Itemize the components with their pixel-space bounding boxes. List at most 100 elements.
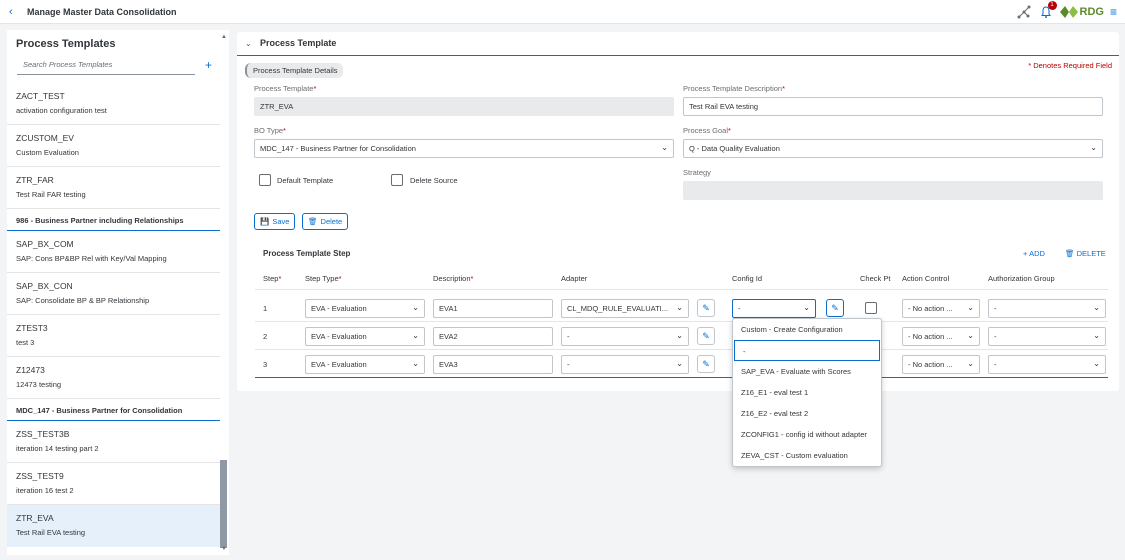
app-title: Manage Master Data Consolidation bbox=[27, 6, 177, 17]
edit-adapter-icon[interactable]: ✎ bbox=[697, 327, 715, 345]
list-item[interactable]: ZCUSTOM_EV Custom Evaluation bbox=[7, 125, 220, 167]
auth-group-select[interactable]: - ⌄ bbox=[988, 327, 1106, 346]
save-button[interactable]: 💾 Save bbox=[254, 213, 296, 230]
detail-panel: ⌄ Process Template Process Template Deta… bbox=[237, 32, 1119, 391]
list-item-selected[interactable]: ZTR_EVA Test Rail EVA testing bbox=[7, 505, 220, 547]
action-control-select[interactable]: - No action ... ⌄ bbox=[902, 327, 980, 346]
description-input[interactable]: Test Rail EVA testing bbox=[683, 97, 1103, 116]
chevron-down-icon: ⌄ bbox=[412, 359, 419, 368]
adapter-select[interactable]: CL_MDQ_RULE_EVALUATI... ⌄ bbox=[561, 299, 689, 318]
dropdown-option[interactable]: SAP_EVA - Evaluate with Scores bbox=[733, 361, 881, 382]
dropdown-option[interactable]: ZEVA_CST - Custom evaluation bbox=[733, 445, 881, 466]
chevron-down-icon: ⌄ bbox=[967, 331, 974, 340]
scrollbar-thumb[interactable] bbox=[220, 460, 227, 548]
action-control-select[interactable]: - No action ... ⌄ bbox=[902, 299, 980, 318]
col-check-pt: Check Pt bbox=[860, 274, 891, 283]
add-step-button[interactable]: + ADD bbox=[1023, 249, 1045, 258]
chevron-down-icon: ⌄ bbox=[412, 303, 419, 312]
edit-adapter-icon[interactable]: ✎ bbox=[697, 355, 715, 373]
step-type-select[interactable]: EVA - Evaluation ⌄ bbox=[305, 327, 425, 346]
list-item[interactable]: Z12473 12473 testing bbox=[7, 357, 220, 399]
master-title: Process Templates bbox=[16, 38, 116, 50]
list-item[interactable]: ZSS_TEST3B iteration 14 testing part 2 bbox=[7, 421, 220, 463]
template-list: ZACT_TEST activation configuration test Z… bbox=[7, 83, 220, 547]
master-list-panel: Process Templates ▲ Search Process Templ… bbox=[7, 30, 229, 555]
search-input[interactable]: Search Process Templates bbox=[17, 57, 195, 75]
group-header: MDC_147 - Business Partner for Consolida… bbox=[7, 399, 220, 421]
chevron-down-icon: ⌄ bbox=[1093, 303, 1100, 312]
step-description-input[interactable]: EVA3 bbox=[433, 355, 553, 374]
col-action-control: Action Control bbox=[902, 274, 950, 283]
default-template-checkbox[interactable] bbox=[259, 174, 271, 186]
adapter-select[interactable]: - ⌄ bbox=[561, 355, 689, 374]
step-type-select[interactable]: EVA - Evaluation ⌄ bbox=[305, 299, 425, 318]
required-note: * Denotes Required Field bbox=[1028, 61, 1112, 70]
edit-adapter-icon[interactable]: ✎ bbox=[697, 299, 715, 317]
chevron-down-icon: ⌄ bbox=[803, 303, 810, 312]
adapter-select[interactable]: - ⌄ bbox=[561, 327, 689, 346]
list-item[interactable]: SAP_BX_CON SAP: Consolidate BP & BP Relat… bbox=[7, 273, 220, 315]
chevron-down-icon: ⌄ bbox=[967, 359, 974, 368]
chevron-down-icon: ⌄ bbox=[1093, 359, 1100, 368]
auth-group-select[interactable]: - ⌄ bbox=[988, 355, 1106, 374]
list-item[interactable]: ZTR_FAR Test Rail FAR testing bbox=[7, 167, 220, 209]
action-control-select[interactable]: - No action ... ⌄ bbox=[902, 355, 980, 374]
bo-type-select[interactable]: MDC_147 - Business Partner for Consolida… bbox=[254, 139, 674, 158]
chevron-down-icon: ⌄ bbox=[676, 303, 683, 312]
config-id-select[interactable]: - ⌄ bbox=[732, 299, 816, 318]
list-item[interactable]: ZTEST3 test 3 bbox=[7, 315, 220, 357]
list-item[interactable]: SAP_BX_COM SAP: Cons BP&BP Rel with Key/V… bbox=[7, 231, 220, 273]
check-pt-checkbox[interactable] bbox=[865, 302, 877, 314]
chevron-down-icon: ⌄ bbox=[1093, 331, 1100, 340]
dropdown-option[interactable]: Z16_E2 - eval test 2 bbox=[733, 403, 881, 424]
strategy-input[interactable] bbox=[683, 181, 1103, 200]
chevron-down-icon: ⌄ bbox=[676, 359, 683, 368]
table-row: 2 EVA - Evaluation ⌄ EVA2 - ⌄ ✎ - No actio… bbox=[255, 322, 1108, 350]
delete-source-label: Delete Source bbox=[410, 176, 458, 185]
steps-table-header: Step* Step Type* Description* Adapter Co… bbox=[255, 265, 1108, 290]
bell-icon[interactable]: 1 bbox=[1038, 1, 1057, 20]
step-description-input[interactable]: EVA2 bbox=[433, 327, 553, 346]
add-template-icon[interactable]: + bbox=[205, 58, 212, 72]
delete-source-checkbox[interactable] bbox=[391, 174, 403, 186]
dropdown-option-focused[interactable]: - bbox=[734, 340, 880, 361]
chevron-down-icon: ⌄ bbox=[1090, 143, 1097, 152]
dropdown-option[interactable]: Z16_E1 - eval test 1 bbox=[733, 382, 881, 403]
list-item[interactable]: ZSS_TEST9 iteration 16 test 2 bbox=[7, 463, 220, 505]
dropdown-option[interactable]: ZCONFIG1 - config id without adapter bbox=[733, 424, 881, 445]
chevron-down-icon: ⌄ bbox=[412, 331, 419, 340]
chevron-down-icon: ⌄ bbox=[967, 303, 974, 312]
goal-label: Process Goal* bbox=[683, 126, 731, 135]
delete-step-button[interactable]: 🗑 DELETE bbox=[1065, 249, 1106, 258]
strategy-label: Strategy bbox=[683, 168, 711, 177]
col-step-type: Step Type* bbox=[305, 274, 342, 283]
tab-template-details[interactable]: Process Template Details bbox=[245, 63, 344, 78]
description-label: Process Template Description* bbox=[683, 84, 785, 93]
network-icon[interactable] bbox=[1016, 4, 1032, 20]
default-template-label: Default Template bbox=[277, 176, 334, 185]
auth-group-select[interactable]: - ⌄ bbox=[988, 299, 1106, 318]
goal-select[interactable]: Q - Data Quality Evaluation ⌄ bbox=[683, 139, 1103, 158]
list-item[interactable]: ZACT_TEST activation configuration test bbox=[7, 83, 220, 125]
save-icon: 💾 bbox=[260, 217, 270, 226]
collapse-chevron-icon[interactable]: ⌄ bbox=[245, 39, 252, 48]
col-adapter: Adapter bbox=[561, 274, 588, 283]
table-row: 1 EVA - Evaluation ⌄ EVA1 CL_MDQ_RULE_EVA… bbox=[255, 294, 1108, 322]
dropdown-option[interactable]: Custom - Create Configuration bbox=[733, 319, 881, 340]
template-input[interactable]: ZTR_EVA bbox=[254, 97, 674, 116]
step-type-select[interactable]: EVA - Evaluation ⌄ bbox=[305, 355, 425, 374]
table-bottom-border bbox=[255, 377, 1108, 378]
col-description: Description* bbox=[433, 274, 474, 283]
step-description-input[interactable]: EVA1 bbox=[433, 299, 553, 318]
delete-button[interactable]: 🗑 Delete bbox=[302, 213, 349, 230]
back-icon[interactable]: ‹ bbox=[9, 6, 27, 18]
table-row: 3 EVA - Evaluation ⌄ EVA3 - ⌄ ✎ - No actio… bbox=[255, 350, 1108, 378]
col-step: Step* bbox=[263, 274, 282, 283]
shell-bar: ‹ Manage Master Data Consolidation 1 RDG… bbox=[0, 0, 1125, 24]
scroll-down-icon[interactable]: ▼ bbox=[221, 546, 227, 552]
template-label: Process Template* bbox=[254, 84, 317, 93]
edit-config-icon[interactable]: ✎ bbox=[826, 299, 844, 317]
menu-icon[interactable]: ≡ bbox=[1110, 5, 1117, 19]
scroll-up-icon[interactable]: ▲ bbox=[221, 34, 227, 40]
divider bbox=[237, 55, 1119, 56]
